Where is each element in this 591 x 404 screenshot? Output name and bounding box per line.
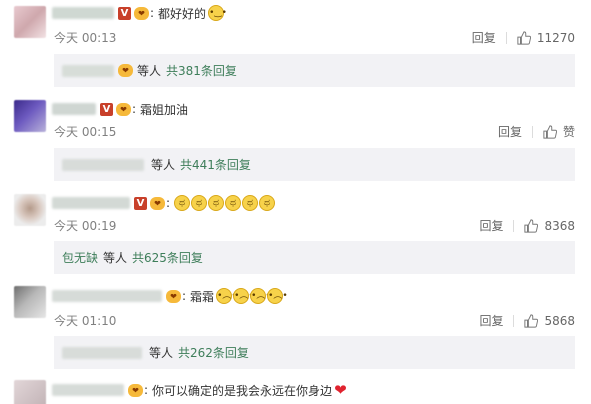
timestamp: 今天 00:19 — [54, 219, 117, 233]
divider — [531, 125, 533, 138]
sad-emoji-icon: •︵• — [216, 288, 237, 304]
crying-emoji-icon: ಥ — [225, 195, 242, 211]
avatar[interactable] — [14, 6, 46, 38]
like-count: 5868 — [544, 313, 575, 328]
like-button[interactable]: 赞 — [543, 123, 575, 140]
reply-button[interactable]: 回复 — [472, 29, 496, 46]
crying-emoji-icon: ಥ — [174, 195, 191, 211]
verified-icon: V — [100, 102, 113, 116]
avatar[interactable] — [14, 194, 46, 226]
comment-actions: 回复 11270 — [472, 29, 575, 46]
username-blurred[interactable] — [52, 103, 96, 115]
comment-actions: 回复 8368 — [479, 217, 575, 234]
timestamp: 今天 00:15 — [54, 125, 117, 139]
reply-username[interactable]: 包无缺 — [62, 249, 98, 266]
divider — [513, 219, 515, 232]
avatar[interactable] — [14, 100, 46, 132]
reply-others: 等人 — [149, 346, 174, 360]
reply-others: 等人 — [151, 158, 176, 172]
avatar[interactable] — [14, 286, 46, 318]
reply-summary[interactable]: 包无缺 等人 共625条回复 — [54, 241, 575, 274]
comment-text: 都好好的 — [158, 6, 207, 21]
timestamp: 今天 01:10 — [54, 314, 117, 328]
thumb-up-icon — [524, 313, 539, 328]
like-count: 8368 — [544, 218, 575, 233]
reply-button[interactable]: 回复 — [498, 123, 522, 140]
colon: : — [132, 102, 137, 116]
like-count: 11270 — [536, 30, 575, 45]
crying-emoji-icon: ಥ — [259, 195, 276, 211]
reply-count-link[interactable]: 共441条回复 — [180, 156, 251, 173]
reply-summary[interactable]: 等人 共441条回复 — [54, 148, 575, 181]
comment-item: V ❤ : 都好好的 •‿• 今天 00:13 回复 11270 ❤ 等人 共3… — [0, 0, 591, 87]
sad-emoji-icon: •︵• — [233, 288, 254, 304]
verified-icon: V — [118, 6, 131, 20]
colon: : — [144, 383, 149, 397]
crying-emoji-icon: ಥ — [208, 195, 225, 211]
comment-item: ❤ : 霜霜 •︵• •︵• •︵• •︵• 今天 01:10 回复 5868 … — [0, 282, 591, 370]
comment-item: V ❤ : 霜姐加油 今天 00:15 回复 赞 等人 共441条回复 — [0, 96, 591, 181]
reply-count-link[interactable]: 共381条回复 — [166, 62, 237, 79]
reply-summary[interactable]: 等人 共262条回复 — [54, 336, 575, 369]
verified-icon: V — [134, 196, 147, 210]
emoji-icon: •‿• — [208, 5, 227, 21]
username-blurred[interactable] — [52, 7, 114, 19]
reply-summary[interactable]: ❤ 等人 共381条回复 — [54, 54, 575, 87]
thumb-up-icon — [517, 30, 531, 45]
fan-badge-icon: ❤ — [116, 102, 131, 116]
reply-count-link[interactable]: 共262条回复 — [178, 344, 249, 361]
like-button[interactable]: 5868 — [524, 314, 575, 328]
comment-actions: 回复 赞 — [498, 123, 575, 140]
reply-username-blurred — [62, 64, 114, 77]
fan-badge-icon: ❤ — [134, 6, 149, 20]
username-blurred[interactable] — [52, 197, 130, 209]
colon: : — [182, 289, 187, 303]
username-blurred[interactable] — [52, 290, 162, 302]
colon: : — [166, 196, 171, 210]
reply-button[interactable]: 回复 — [479, 312, 503, 329]
comment-actions: 回复 5868 — [479, 312, 575, 329]
divider — [505, 31, 507, 44]
comment-text: 霜霜 — [190, 289, 215, 304]
like-button[interactable]: 8368 — [524, 219, 575, 233]
avatar[interactable] — [14, 380, 46, 404]
comment-text: 你可以确定的是我会永远在你身边 — [152, 383, 333, 398]
timestamp: 今天 00:13 — [54, 31, 117, 45]
comment-item: V ❤ : ಥ ಥ ಥ ಥ ಥ ಥ 今天 00:19 回复 8368 包无缺 等… — [0, 186, 591, 276]
fan-badge-icon: ❤ — [166, 289, 181, 303]
username-blurred[interactable] — [52, 384, 124, 396]
crying-emoji-icon: ಥ — [191, 195, 208, 211]
crying-emoji-icon: ಥ — [242, 195, 259, 211]
fan-badge-icon: ❤ — [128, 383, 143, 397]
divider — [513, 314, 515, 327]
colon: : — [150, 6, 155, 20]
sad-emoji-icon: •︵• — [267, 288, 288, 304]
like-count: 赞 — [562, 125, 575, 139]
comment-text: 霜姐加油 — [140, 102, 189, 117]
reply-others: 等人 — [103, 251, 128, 265]
reply-username-blurred — [62, 158, 144, 171]
sad-emoji-icon: •︵• — [250, 288, 271, 304]
reply-button[interactable]: 回复 — [479, 217, 503, 234]
like-button[interactable]: 11270 — [517, 31, 575, 45]
thumb-up-icon — [524, 218, 539, 233]
reply-others: 等人 — [137, 64, 162, 78]
fan-badge-icon: ❤ — [118, 64, 133, 77]
comment-item: ❤ : 你可以确定的是我会永远在你身边 ❤ — [0, 376, 591, 404]
fan-badge-icon: ❤ — [150, 196, 165, 210]
heart-icon: ❤ — [334, 381, 347, 399]
reply-username-blurred — [62, 346, 142, 359]
reply-count-link[interactable]: 共625条回复 — [132, 249, 203, 266]
thumb-up-icon — [543, 124, 557, 139]
